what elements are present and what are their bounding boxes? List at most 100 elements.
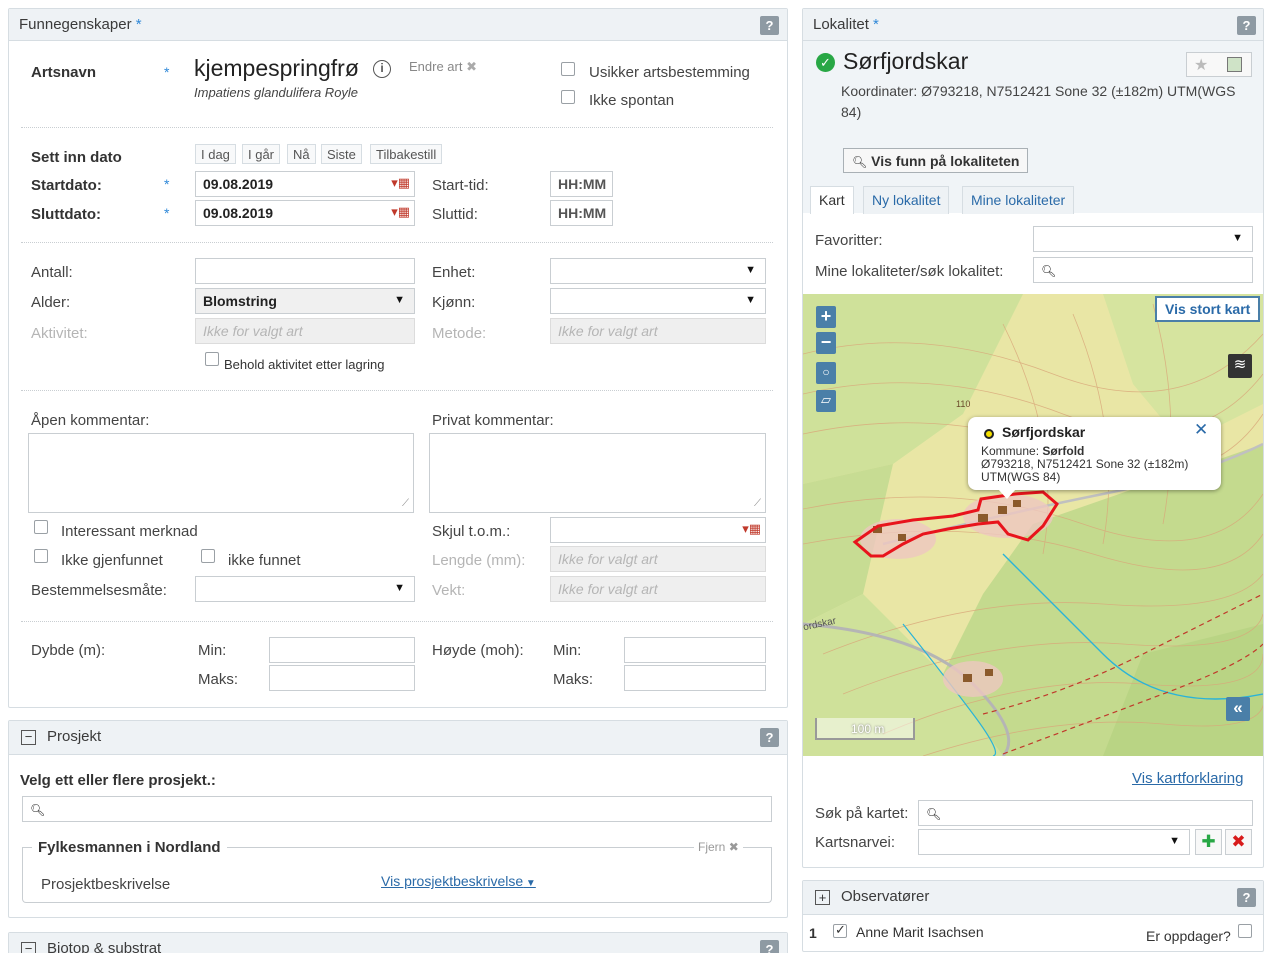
calendar-icon[interactable]: ▾▦ <box>742 521 761 537</box>
hoyde-min-input[interactable] <box>624 637 766 663</box>
usikker-label: Usikker artsbestemming <box>589 64 750 81</box>
help-button[interactable]: ? <box>760 728 779 747</box>
er-oppdager-checkbox[interactable] <box>1238 924 1252 938</box>
draw-area-button[interactable]: ▱ <box>816 390 836 412</box>
locate-button[interactable]: ○ <box>816 362 836 384</box>
er-oppdager-label: Er oppdager? <box>1146 928 1231 944</box>
date-btn-igar[interactable]: I går <box>242 144 281 164</box>
vis-funn-button[interactable]: 🔍︎ Vis funn på lokaliteten <box>843 148 1029 173</box>
collapse-panel-icon[interactable]: « <box>1226 697 1250 721</box>
add-icon[interactable]: ✚ <box>1195 829 1222 855</box>
resize-handle-icon[interactable]: ⟋ <box>402 498 409 509</box>
collapse-icon[interactable]: − <box>21 730 36 745</box>
antall-input[interactable] <box>195 258 415 284</box>
calendar-icon[interactable]: ▾▦ <box>391 204 410 220</box>
favoritter-label: Favoritter: <box>815 232 883 249</box>
date-btn-tilbakestill[interactable]: Tilbakestill <box>370 144 443 164</box>
starttid-input[interactable]: HH:MM <box>550 171 613 197</box>
dybde-min-input[interactable] <box>269 637 415 663</box>
date-btn-siste[interactable]: Siste <box>321 144 362 164</box>
ikke-funnet-checkbox[interactable] <box>201 549 215 563</box>
divider <box>21 621 773 622</box>
layers-icon[interactable]: ≋ <box>1228 354 1252 378</box>
panel-title: Biotop & substrat <box>47 940 162 953</box>
usikker-checkbox[interactable] <box>561 62 575 76</box>
expand-icon[interactable]: + <box>815 890 830 905</box>
skjul-input[interactable]: ▾▦ <box>550 517 766 543</box>
zoom-out-button[interactable]: − <box>816 332 836 354</box>
panel-title: Observatører <box>841 888 930 905</box>
enhet-select[interactable]: ▼ <box>550 258 766 284</box>
search-icon: 🔍︎ <box>926 807 942 821</box>
lokalitet-search-input[interactable]: 🔍︎ <box>1033 257 1253 283</box>
popup-close-icon[interactable]: ✕ <box>1194 420 1208 440</box>
map-search-input[interactable]: 🔍︎ <box>918 800 1253 826</box>
ikke-funnet-label: ikke funnet <box>228 552 301 569</box>
bestemmelsesmate-select[interactable]: ▼ <box>195 576 415 602</box>
apen-kommentar-textarea[interactable]: ⟋ <box>28 433 414 513</box>
tab-ny-lokalitet[interactable]: Ny lokalitet <box>863 186 950 214</box>
tab-kart[interactable]: Kart <box>810 186 854 214</box>
vis-stort-kart-button[interactable]: Vis stort kart <box>1155 296 1261 322</box>
fjern-link[interactable]: Fjern ✖ <box>694 840 743 854</box>
map-image-icon[interactable] <box>1227 57 1242 72</box>
help-button[interactable]: ? <box>760 16 779 35</box>
prosjekt-header[interactable]: − Prosjekt ? <box>9 721 787 755</box>
kartsnarvei-select[interactable]: ▼ <box>918 829 1190 855</box>
help-button[interactable]: ? <box>760 940 779 953</box>
species-name: kjempespringfrø <box>194 55 359 81</box>
resize-handle-icon[interactable]: ⟋ <box>754 498 761 509</box>
required-star: * <box>164 205 170 221</box>
date-btn-idag[interactable]: I dag <box>195 144 236 164</box>
enhet-label: Enhet: <box>432 264 476 281</box>
search-icon: 🔍︎ <box>1041 264 1057 278</box>
vekt-label: Vekt: <box>432 582 466 599</box>
vis-kartforklaring-link[interactable]: Vis kartforklaring <box>1132 770 1243 787</box>
privat-kommentar-textarea[interactable]: ⟋ <box>429 433 766 513</box>
interessant-checkbox[interactable] <box>34 520 48 534</box>
hoyde-maks-label: Maks: <box>553 671 594 688</box>
hoyde-maks-input[interactable] <box>624 665 766 691</box>
metode-input: Ikke for valgt art <box>550 318 766 344</box>
kjonn-select[interactable]: ▼ <box>550 288 766 314</box>
aktivitet-label: Aktivitet: <box>31 325 88 342</box>
delete-icon[interactable]: ✖ <box>1225 829 1252 855</box>
velg-prosjekt-label: Velg ett eller flere prosjekt.: <box>20 772 216 789</box>
ikke-gjenfunnet-label: Ikke gjenfunnet <box>61 552 163 569</box>
prosjekt-search-input[interactable]: 🔍︎ <box>22 796 772 822</box>
ikke-gjenfunnet-checkbox[interactable] <box>34 549 48 563</box>
sluttid-input[interactable]: HH:MM <box>550 200 613 226</box>
ikke-spontan-checkbox[interactable] <box>561 90 575 104</box>
dybde-label: Dybde (m): <box>31 642 106 659</box>
startdato-label: Startdato: <box>31 177 102 194</box>
favoritter-select[interactable]: ▼ <box>1033 226 1253 252</box>
map[interactable]: 110 ordskar + − ○ ▱ Vis stort kart ≋ Sør… <box>803 294 1263 756</box>
search-icon: 🔍︎ <box>852 155 868 169</box>
dybde-maks-input[interactable] <box>269 665 415 691</box>
dybde-maks-label: Maks: <box>198 671 239 688</box>
collapse-icon[interactable]: − <box>21 942 36 953</box>
species-latin: Impatiens glandulifera Royle <box>194 85 359 100</box>
alder-select[interactable]: Blomstring ▼ <box>195 288 415 314</box>
popup-title: Sørfjordskar <box>1002 424 1086 440</box>
info-icon[interactable]: i <box>373 60 391 78</box>
zoom-in-button[interactable]: + <box>816 306 836 328</box>
behold-aktivitet-checkbox[interactable] <box>205 352 219 366</box>
required-star: * <box>164 176 170 192</box>
biotop-header[interactable]: − Biotop & substrat ? <box>9 933 787 953</box>
calendar-icon[interactable]: ▾▦ <box>391 175 410 191</box>
sluttdato-input[interactable]: 09.08.2019 ▾▦ <box>195 200 415 226</box>
close-icon: ✖ <box>466 59 478 74</box>
favorite-star-icon[interactable]: ★ <box>1194 55 1208 75</box>
startdato-input[interactable]: 09.08.2019 ▾▦ <box>195 171 415 197</box>
observatorer-header[interactable]: + Observatører ? <box>803 881 1263 915</box>
date-btn-na[interactable]: Nå <box>287 144 316 164</box>
scale-label: 100 m <box>851 722 885 736</box>
tab-mine-lokaliteter[interactable]: Mine lokaliteter <box>962 186 1075 214</box>
endre-art-link[interactable]: Endre art ✖ <box>409 59 477 75</box>
dropdown-arrow-icon: ▼ <box>1232 232 1243 244</box>
help-button[interactable]: ? <box>1237 16 1256 35</box>
observer-checkbox[interactable] <box>833 922 847 938</box>
help-button[interactable]: ? <box>1237 888 1256 907</box>
vis-prosjektbeskrivelse-link[interactable]: Vis prosjektbeskrivelse ▼ <box>381 873 536 889</box>
